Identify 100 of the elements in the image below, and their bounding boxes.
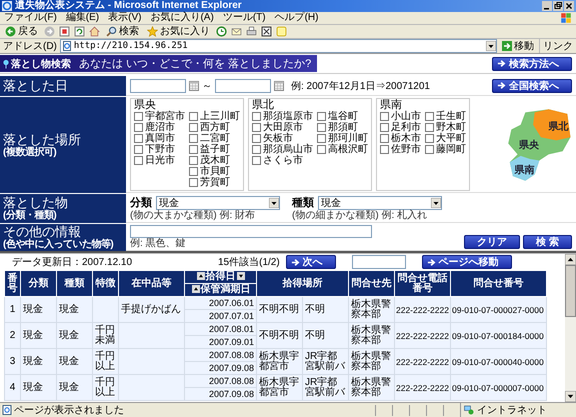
- city-checkbox[interactable]: 西方町: [189, 122, 240, 133]
- city-checkbox[interactable]: 芳賀町: [189, 177, 240, 188]
- city-checkbox[interactable]: 小山市: [380, 111, 421, 122]
- dropdown-arrow-icon[interactable]: [486, 41, 496, 51]
- go-to-page-button[interactable]: ページへ移動: [422, 255, 512, 269]
- mail-icon[interactable]: [231, 26, 242, 37]
- checkbox[interactable]: [189, 167, 198, 176]
- city-checkbox[interactable]: 那珂川町: [317, 133, 368, 144]
- checkbox[interactable]: [425, 145, 434, 154]
- city-checkbox[interactable]: 那須烏山市: [252, 144, 313, 155]
- city-checkbox[interactable]: 益子町: [189, 144, 240, 155]
- checkbox[interactable]: [189, 112, 198, 121]
- checkbox[interactable]: [189, 134, 198, 143]
- minimize-icon[interactable]: [542, 1, 552, 11]
- city-checkbox[interactable]: 上三川町: [189, 111, 240, 122]
- type-select[interactable]: 現金: [318, 196, 442, 210]
- city-checkbox[interactable]: 大平町: [425, 133, 466, 144]
- checkbox[interactable]: [252, 156, 261, 165]
- checkbox[interactable]: [380, 123, 389, 132]
- checkbox[interactable]: [134, 123, 143, 132]
- sort-up-icon[interactable]: [192, 285, 200, 294]
- date-from-field[interactable]: [130, 78, 186, 92]
- printer-icon[interactable]: [246, 26, 257, 37]
- city-checkbox[interactable]: 二宮町: [189, 133, 240, 144]
- scrollbar[interactable]: [565, 254, 576, 402]
- map-region-shape[interactable]: [533, 108, 570, 140]
- search-help-button[interactable]: 検索方法へ: [492, 56, 572, 70]
- checkbox[interactable]: [189, 145, 198, 154]
- checkbox[interactable]: [425, 112, 434, 121]
- close-icon[interactable]: [564, 1, 574, 11]
- city-checkbox[interactable]: 宇都宮市: [134, 111, 185, 122]
- menu-item[interactable]: ツール(T): [222, 12, 266, 24]
- city-checkbox[interactable]: 茂木町: [189, 155, 240, 166]
- home-icon[interactable]: [89, 26, 100, 37]
- map-region-shape[interactable]: [510, 155, 540, 180]
- checkbox[interactable]: [134, 156, 143, 165]
- scroll-down-icon[interactable]: [565, 391, 576, 402]
- city-checkbox[interactable]: 那須町: [317, 122, 368, 133]
- checkbox[interactable]: [189, 123, 198, 132]
- date-to-field[interactable]: [215, 78, 271, 92]
- checkbox[interactable]: [252, 123, 261, 132]
- checkbox[interactable]: [134, 145, 143, 154]
- city-checkbox[interactable]: 鹿沼市: [134, 122, 185, 133]
- page-number-field[interactable]: [352, 255, 406, 269]
- city-checkbox[interactable]: 大田原市: [252, 122, 313, 133]
- window-icon[interactable]: [261, 26, 272, 37]
- other-info-field[interactable]: [130, 225, 372, 238]
- checkbox[interactable]: [380, 134, 389, 143]
- sort-up-icon[interactable]: [196, 272, 204, 280]
- menu-item[interactable]: ファイル(F): [4, 12, 57, 24]
- back-button[interactable]: 戻る: [3, 26, 40, 38]
- menu-item[interactable]: 表示(V): [108, 12, 142, 24]
- city-checkbox[interactable]: 真岡市: [134, 133, 185, 144]
- city-checkbox[interactable]: さくら市: [252, 155, 313, 166]
- menu-item[interactable]: 編集(E): [66, 12, 100, 24]
- city-checkbox[interactable]: 藤岡町: [425, 144, 466, 155]
- column-header[interactable]: 保管満期日: [184, 284, 256, 296]
- next-page-button[interactable]: 次へ: [286, 255, 336, 269]
- restore-icon[interactable]: [553, 1, 563, 11]
- checkbox[interactable]: [189, 156, 198, 165]
- scroll-up-icon[interactable]: [565, 254, 576, 265]
- address-field[interactable]: http://210.154.96.251: [60, 39, 497, 53]
- checkbox[interactable]: [134, 112, 143, 121]
- checkbox[interactable]: [252, 134, 261, 143]
- checkbox[interactable]: [189, 178, 198, 187]
- scroll-thumb[interactable]: [565, 265, 576, 317]
- city-checkbox[interactable]: 壬生町: [425, 111, 466, 122]
- favorites-button[interactable]: お気に入り: [145, 26, 212, 38]
- calendar-icon[interactable]: [189, 80, 199, 90]
- search-button[interactable]: 検 索: [523, 235, 572, 249]
- city-checkbox[interactable]: 市貝町: [189, 166, 240, 177]
- city-checkbox[interactable]: 野木町: [425, 122, 466, 133]
- city-checkbox[interactable]: 塩谷町: [317, 111, 368, 122]
- checkbox[interactable]: [317, 145, 326, 154]
- checkbox[interactable]: [425, 134, 434, 143]
- city-checkbox[interactable]: 那須塩原市: [252, 111, 313, 122]
- nationwide-search-button[interactable]: 全国検索へ: [492, 78, 572, 92]
- checkbox[interactable]: [252, 145, 261, 154]
- sort-down-icon[interactable]: [236, 272, 244, 280]
- city-checkbox[interactable]: 栃木市: [380, 133, 421, 144]
- checkbox[interactable]: [425, 123, 434, 132]
- stop-icon[interactable]: [59, 26, 70, 37]
- city-checkbox[interactable]: 矢板市: [252, 133, 313, 144]
- checkbox[interactable]: [134, 134, 143, 143]
- checkbox[interactable]: [380, 145, 389, 154]
- city-checkbox[interactable]: 足利市: [380, 122, 421, 133]
- checkbox[interactable]: [317, 134, 326, 143]
- city-checkbox[interactable]: 下野市: [134, 144, 185, 155]
- menu-item[interactable]: お気に入り(A): [150, 12, 214, 24]
- checkbox[interactable]: [252, 112, 261, 121]
- links-label[interactable]: リンク: [539, 39, 573, 53]
- category-select[interactable]: 現金: [156, 196, 280, 210]
- checkbox[interactable]: [380, 112, 389, 121]
- calendar-icon[interactable]: [274, 80, 284, 90]
- city-checkbox[interactable]: 日光市: [134, 155, 185, 166]
- clear-button[interactable]: クリア: [464, 235, 520, 249]
- refresh-icon[interactable]: [74, 26, 85, 37]
- checkbox[interactable]: [317, 123, 326, 132]
- checkbox[interactable]: [317, 112, 326, 121]
- city-checkbox[interactable]: 佐野市: [380, 144, 421, 155]
